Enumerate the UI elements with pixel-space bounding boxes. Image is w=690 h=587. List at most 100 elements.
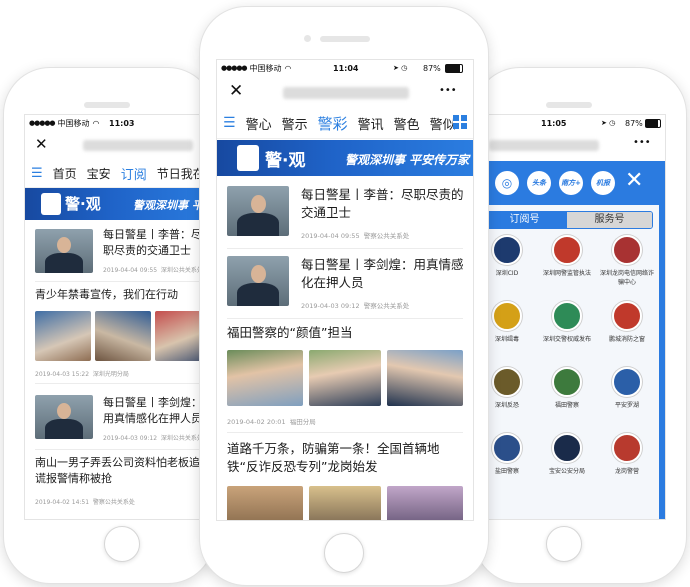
article-meta: 2019-04-04 09:55 警察公共关系处 xyxy=(301,230,409,240)
account-item[interactable]: 宝安公安分局 xyxy=(539,433,595,485)
article-photo[interactable] xyxy=(227,486,303,520)
weibo-icon[interactable]: ◎ xyxy=(495,171,519,195)
tab-jingsi[interactable]: 警似 xyxy=(430,114,456,133)
account-item[interactable]: 深圳网警监管执法 xyxy=(539,235,595,287)
tab-jingcai[interactable]: 警彩 xyxy=(318,113,348,134)
account-logo-icon xyxy=(552,367,582,397)
article-title[interactable]: 每日警星丨李普：尽职尽责的交通卫士 xyxy=(103,227,211,263)
brand-banner: 警·观 警观深圳事 平安传万家 xyxy=(217,140,473,176)
article-photo[interactable] xyxy=(309,350,381,406)
article-thumbnail[interactable] xyxy=(35,395,93,439)
banner-slogan: 警观深圳事 平安传万家 xyxy=(345,153,470,167)
more-icon[interactable]: ••• xyxy=(633,137,651,148)
blurred-title xyxy=(489,140,599,151)
article-photo[interactable] xyxy=(227,350,303,406)
account-item[interactable]: 深圳龙岗电信网络诈骗中心 xyxy=(599,235,655,287)
battery-icon xyxy=(445,64,463,73)
clock: 11:05 xyxy=(541,118,567,128)
article-title[interactable]: 每日警星丨李剑煌：用真情感化在押人员 xyxy=(301,256,465,296)
article-title[interactable]: 每日警星丨李剑煌：用真情感化在押人员 xyxy=(103,395,211,431)
tab-jingshi[interactable]: 警示 xyxy=(282,114,308,133)
clock: 11:03 xyxy=(109,118,135,128)
banner-slogan: 警观深圳事 平 xyxy=(133,199,203,212)
right-screen: 11:05 ➤ ◷ 87% ••• ◐ ◎ 头条 南方+ 机报 ✕ 订阅号 服务… xyxy=(474,114,666,520)
close-icon[interactable]: ✕ xyxy=(35,135,48,153)
article-photo[interactable] xyxy=(387,350,463,406)
divider xyxy=(227,248,463,249)
article-photo[interactable] xyxy=(95,311,151,361)
article-thumbnail[interactable] xyxy=(227,256,289,306)
battery-label: 87% xyxy=(423,63,441,73)
home-button[interactable] xyxy=(104,526,140,562)
article-date: 2019-04-02 14:51 xyxy=(35,499,90,506)
brand-banner: 警·观 警观深圳事 平 xyxy=(25,188,217,220)
divider xyxy=(227,432,463,433)
account-name: 深圳龙岗电信网络诈骗中心 xyxy=(599,270,654,286)
home-button[interactable] xyxy=(546,526,582,562)
account-item[interactable]: 鹏城消防之窗 xyxy=(599,301,655,353)
right-phone: 11:05 ➤ ◷ 87% ••• ◐ ◎ 头条 南方+ 机报 ✕ 订阅号 服务… xyxy=(474,68,686,583)
account-item[interactable]: 龙岗警营 xyxy=(599,433,655,485)
center-screen: ●●●●● 中国移动 ◠ 11:04 ➤ ◷ 87% ✕ ••• ☰ 警心 警示… xyxy=(216,59,474,521)
account-logo-icon xyxy=(552,433,582,463)
grid-menu-icon[interactable] xyxy=(453,115,467,129)
tab-subscribe[interactable]: 订阅 xyxy=(121,164,147,183)
article-source: 警察公共关系处 xyxy=(363,232,410,240)
close-icon[interactable]: ✕ xyxy=(229,81,243,101)
toutiao-icon[interactable]: 头条 xyxy=(527,171,551,195)
article-date: 2019-04-04 09:55 xyxy=(103,267,158,274)
menu-icon[interactable]: ☰ xyxy=(31,166,43,181)
account-item[interactable]: 深圳交警权威发布 xyxy=(539,301,595,353)
article-source: 深圳光明分局 xyxy=(92,371,129,378)
home-button[interactable] xyxy=(324,533,364,573)
carrier-label: 中国移动 xyxy=(57,118,90,128)
article-photo[interactable] xyxy=(35,311,91,361)
speaker-grille xyxy=(546,102,592,108)
tab-jingxun[interactable]: 警讯 xyxy=(358,114,384,133)
account-item[interactable]: 福田警察 xyxy=(539,367,595,419)
tab-service[interactable]: 服务号 xyxy=(567,212,652,228)
status-bar: ●●●●● 中国移动 ◠ 11:04 ➤ ◷ 87% xyxy=(217,60,473,76)
status-icons: ➤ ◷ xyxy=(601,119,616,127)
nanfang-icon[interactable]: 南方+ xyxy=(559,171,583,195)
nav-bar: ✕ ••• xyxy=(217,76,473,108)
clock: 11:04 xyxy=(333,63,359,73)
article-title[interactable]: 每日警星丨李普：尽职尽责的交通卫士 xyxy=(301,186,465,226)
status-icons: ➤ ◷ xyxy=(393,64,408,72)
article-title[interactable]: 南山一男子弄丢公司资料怕老板追责 谎报警情称被抢 xyxy=(35,455,211,489)
more-icon[interactable]: ••• xyxy=(439,85,457,96)
article-title[interactable]: 福田警察的“颜值”担当 xyxy=(227,324,463,342)
center-phone: ●●●●● 中国移动 ◠ 11:04 ➤ ◷ 87% ✕ ••• ☰ 警心 警示… xyxy=(200,7,488,585)
close-icon[interactable]: ✕ xyxy=(625,168,643,193)
article-source: 警察公共关系处 xyxy=(363,302,410,310)
account-name: 宝安公安分局 xyxy=(548,468,585,475)
channel-tabs: ☰ 首页 宝安 订阅 节日我在岗 xyxy=(25,159,217,188)
article-title[interactable]: 道路千万条，防骗第一条！全国首辆地铁“反诈反恐专列”龙岗始发 xyxy=(227,440,465,480)
article-photo[interactable] xyxy=(309,486,381,520)
account-name: 鹏城消防之窗 xyxy=(608,336,645,343)
tab-jingxin[interactable]: 警心 xyxy=(246,114,272,133)
article-date: 2019-04-04 09:55 xyxy=(301,232,360,240)
account-item[interactable]: 平安罗湖 xyxy=(599,367,655,419)
share-toolbar: ◐ ◎ 头条 南方+ 机报 ✕ xyxy=(475,161,665,205)
article-date: 2019-04-02 20:01 xyxy=(227,418,286,426)
article-thumbnail[interactable] xyxy=(227,186,289,236)
article-photo[interactable] xyxy=(387,486,463,520)
tab-subscription[interactable]: 订阅号 xyxy=(482,212,567,228)
article-source: 警察公共关系处 xyxy=(92,499,135,506)
article-title[interactable]: 青少年禁毒宣传，我们在行动 xyxy=(35,287,215,303)
article-source: 深圳公共关系处 xyxy=(160,435,203,442)
account-name: 平安罗湖 xyxy=(614,402,639,409)
account-name: 深圳网警监管执法 xyxy=(542,270,591,277)
account-name: 龙岗警营 xyxy=(614,468,639,475)
tab-jingse[interactable]: 警色 xyxy=(394,114,420,133)
account-logo-icon xyxy=(612,301,642,331)
article-thumbnail[interactable] xyxy=(35,229,93,273)
jibao-icon[interactable]: 机报 xyxy=(591,171,615,195)
article-date: 2019-04-03 09:12 xyxy=(103,435,158,442)
tab-home[interactable]: 首页 xyxy=(53,165,77,182)
logo-mark xyxy=(41,193,61,215)
account-name: 深圳交警权威发布 xyxy=(542,336,591,343)
tab-baoan[interactable]: 宝安 xyxy=(87,165,111,182)
menu-icon[interactable]: ☰ xyxy=(223,115,236,131)
